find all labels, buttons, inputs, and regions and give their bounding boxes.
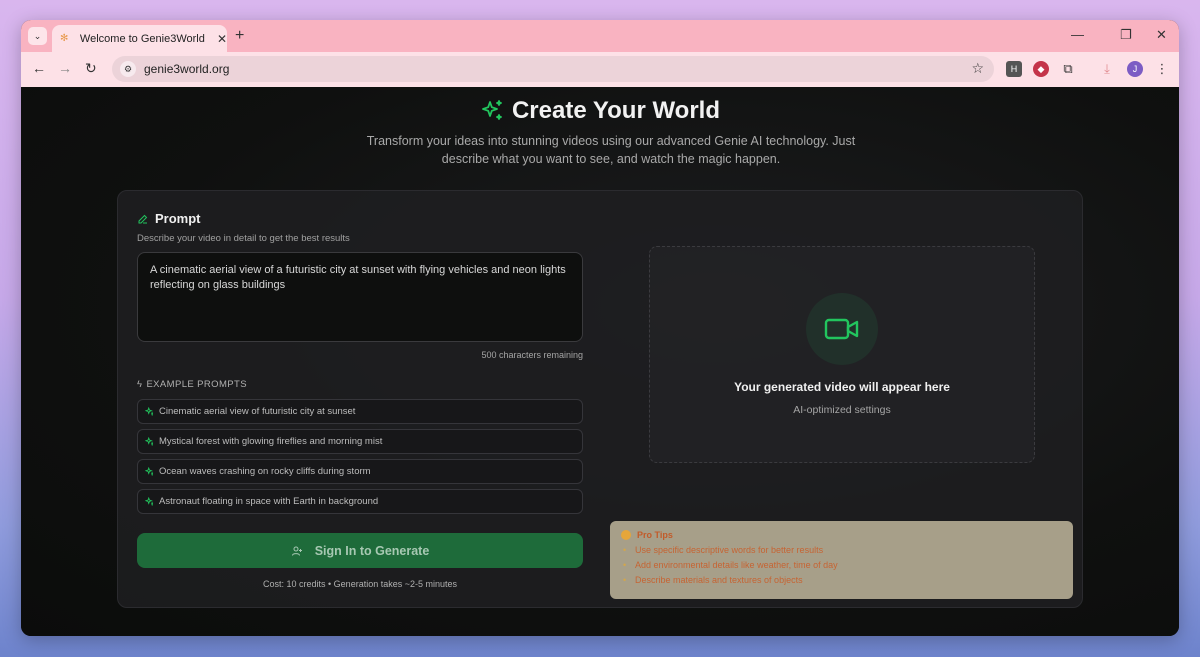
example-prompt-text: Mystical forest with glowing fireflies a… — [159, 436, 383, 447]
video-icon-circle — [806, 293, 878, 365]
forward-icon[interactable]: → — [58, 60, 72, 76]
characters-remaining: 500 characters remaining — [481, 350, 583, 360]
video-preview-placeholder: Your generated video will appear here AI… — [649, 246, 1035, 463]
favicon-icon: ✻ — [60, 32, 69, 44]
example-prompt-item[interactable]: Cinematic aerial view of futuristic city… — [137, 399, 583, 424]
pro-tips-heading: Pro Tips — [621, 530, 1062, 540]
browser-window: ⌄ ✻ Welcome to Genie3World - Exp ✕ + — ❐… — [21, 20, 1179, 636]
profile-avatar[interactable]: J — [1127, 61, 1143, 77]
pro-tips-label: Pro Tips — [637, 530, 673, 540]
tab-active[interactable]: ✻ Welcome to Genie3World - Exp ✕ — [52, 25, 227, 52]
ublock-icon[interactable]: ◆ — [1033, 61, 1049, 77]
tab-strip: ⌄ ✻ Welcome to Genie3World - Exp ✕ + — ❐… — [21, 20, 1179, 52]
example-prompt-text: Ocean waves crashing on rocky cliffs dur… — [159, 466, 371, 477]
cost-note: Cost: 10 credits • Generation takes ~2-5… — [263, 579, 457, 589]
tab-search-button[interactable]: ⌄ — [28, 27, 47, 45]
pro-tip-item: Describe materials and textures of objec… — [621, 573, 1062, 588]
close-window-icon[interactable]: ✕ — [1156, 27, 1167, 43]
preview-title: Your generated video will appear here — [734, 380, 950, 394]
page-subtitle: Transform your ideas into stunning video… — [366, 134, 856, 166]
prompt-description: Describe your video in detail to get the… — [137, 233, 350, 244]
extension-h-icon[interactable]: H — [1006, 61, 1022, 77]
prompt-heading: Prompt — [137, 211, 201, 226]
extensions-puzzle-icon[interactable]: ⧉ — [1060, 61, 1076, 77]
minimize-icon[interactable]: — — [1071, 27, 1084, 42]
new-tab-button[interactable]: + — [235, 27, 244, 45]
sparkles-icon — [145, 437, 153, 446]
example-prompt-item[interactable]: Astronaut floating in space with Earth i… — [137, 489, 583, 514]
example-prompt-item[interactable]: Mystical forest with glowing fireflies a… — [137, 429, 583, 454]
url-text: genie3world.org — [144, 62, 230, 76]
restore-icon[interactable]: ❐ — [1120, 27, 1132, 43]
bookmark-star-icon[interactable]: ☆ — [971, 60, 984, 77]
download-icon[interactable]: ⤓ — [1099, 61, 1115, 77]
sparkles-icon — [482, 100, 502, 120]
prompt-input[interactable]: A cinematic aerial view of a futuristic … — [137, 252, 583, 342]
preview-subtitle: AI-optimized settings — [793, 404, 891, 416]
lightning-icon: ϟ — [137, 379, 143, 390]
back-icon[interactable]: ← — [32, 60, 46, 76]
pro-tips-box: Pro Tips Use specific descriptive words … — [610, 521, 1073, 599]
pencil-icon — [138, 214, 148, 223]
sparkles-icon — [145, 407, 153, 416]
sign-in-to-generate-button[interactable]: Sign In to Generate — [137, 533, 583, 568]
page-content: Create Your World Transform your ideas i… — [21, 87, 1179, 636]
example-prompt-item[interactable]: Ocean waves crashing on rocky cliffs dur… — [137, 459, 583, 484]
example-prompt-text: Cinematic aerial view of futuristic city… — [159, 406, 356, 417]
page-title: Create Your World — [21, 97, 1179, 125]
browser-toolbar: ← → ↻ ⚙ genie3world.org ☆ H ◆ ⧉ ⤓ J ⋮ — [21, 52, 1179, 87]
sparkles-icon — [145, 497, 153, 506]
user-icon — [291, 546, 302, 556]
example-prompts-heading: ϟ EXAMPLE PROMPTS — [137, 379, 247, 390]
page-title-text: Create Your World — [511, 97, 721, 124]
lightbulb-icon — [621, 530, 631, 540]
menu-kebab-icon[interactable]: ⋮ — [1154, 61, 1170, 77]
tab-title: Welcome to Genie3World - Exp — [79, 32, 205, 45]
generator-card: Prompt Describe your video in detail to … — [117, 190, 1083, 608]
site-info-icon[interactable]: ⚙ — [120, 61, 136, 77]
sparkles-icon — [145, 467, 153, 476]
pro-tip-item: Add environmental details like weather, … — [621, 558, 1062, 573]
reload-icon[interactable]: ↻ — [85, 60, 97, 77]
video-camera-icon — [824, 318, 859, 340]
example-prompts-label: EXAMPLE PROMPTS — [146, 379, 247, 390]
prompt-label: Prompt — [155, 211, 201, 226]
address-bar[interactable]: ⚙ genie3world.org ☆ — [112, 56, 994, 82]
pro-tip-item: Use specific descriptive words for bette… — [621, 543, 1062, 558]
generate-button-label: Sign In to Generate — [314, 543, 430, 558]
close-tab-icon[interactable]: ✕ — [217, 32, 227, 46]
chevron-down-icon: ⌄ — [33, 30, 42, 41]
example-prompt-text: Astronaut floating in space with Earth i… — [159, 496, 379, 507]
